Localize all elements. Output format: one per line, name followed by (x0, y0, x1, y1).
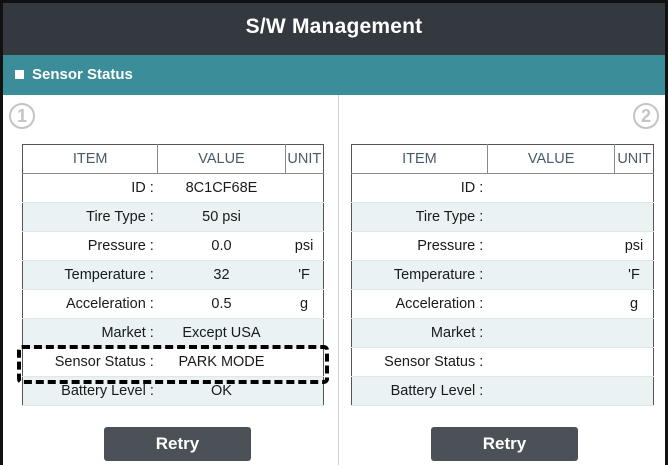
item-unit (285, 318, 324, 348)
item-label: Tire Type : (351, 202, 488, 232)
item-unit (614, 202, 654, 232)
item-label: Market : (22, 318, 158, 348)
sensor-panel-2: 2 ITEM VALUE UNIT ID : Tire Type : Press… (340, 95, 665, 465)
sensor-table-2: ITEM VALUE UNIT ID : Tire Type : Pressur… (351, 144, 654, 406)
item-label: Battery Level : (351, 376, 488, 406)
item-value (487, 260, 615, 290)
table-row: Acceleration : 0.5 g (22, 289, 324, 319)
item-label: Pressure : (351, 231, 488, 261)
table-row: Temperature : 32 'F (22, 260, 324, 290)
item-unit: 'F (285, 260, 324, 290)
table-row: Sensor Status : PARK MODE (22, 347, 324, 377)
table-row: ID : (351, 173, 654, 203)
item-value (487, 173, 615, 203)
table-row: Pressure : 0.0 psi (22, 231, 324, 261)
table-header-row: ITEM VALUE UNIT (22, 144, 324, 174)
table-row: Market : (351, 318, 654, 348)
item-value: 8C1CF68E (157, 173, 286, 203)
item-unit: psi (614, 231, 654, 261)
column-header-value: VALUE (157, 144, 286, 174)
item-value: 0.5 (157, 289, 286, 319)
table-row: Battery Level : (351, 376, 654, 406)
item-value: Except USA (157, 318, 286, 348)
item-label: ID : (22, 173, 158, 203)
table-row: Tire Type : (351, 202, 654, 232)
item-unit (285, 173, 324, 203)
sensor-number-badge: 1 (9, 103, 35, 129)
table-row: Sensor Status : (351, 347, 654, 377)
item-value (487, 231, 615, 261)
item-label: ID : (351, 173, 488, 203)
column-header-unit: UNIT (285, 144, 324, 174)
item-value (487, 376, 615, 406)
table-row: Pressure : psi (351, 231, 654, 261)
item-value (487, 289, 615, 319)
item-label: Acceleration : (22, 289, 158, 319)
table-row: Market : Except USA (22, 318, 324, 348)
item-unit (614, 347, 654, 377)
table-row: Acceleration : g (351, 289, 654, 319)
sensor-panel-1: 1 ITEM VALUE UNIT ID : 8C1CF68E Tire Typ… (3, 95, 339, 465)
table-row: Temperature : 'F (351, 260, 654, 290)
item-unit (285, 347, 324, 377)
item-label: Temperature : (351, 260, 488, 290)
item-label: Battery Level : (22, 376, 158, 406)
item-unit (285, 202, 324, 232)
column-header-item: ITEM (351, 144, 488, 174)
item-value: 50 psi (157, 202, 286, 232)
item-label: Sensor Status : (22, 347, 158, 377)
table-header-row: ITEM VALUE UNIT (351, 144, 654, 174)
item-label: Pressure : (22, 231, 158, 261)
table-row: Tire Type : 50 psi (22, 202, 324, 232)
item-unit: g (614, 289, 654, 319)
item-unit (614, 173, 654, 203)
title-bar: S/W Management (3, 0, 665, 55)
app-frame: S/W Management Sensor Status 1 ITEM VALU… (0, 0, 668, 465)
column-header-item: ITEM (22, 144, 158, 174)
column-header-unit: UNIT (614, 144, 654, 174)
item-label: Tire Type : (22, 202, 158, 232)
sensor-number-badge: 2 (633, 103, 659, 129)
item-unit (614, 376, 654, 406)
section-title: Sensor Status (32, 66, 133, 83)
item-value: 0.0 (157, 231, 286, 261)
item-unit: g (285, 289, 324, 319)
item-unit (614, 318, 654, 348)
item-value (487, 318, 615, 348)
item-unit: 'F (614, 260, 654, 290)
item-label: Market : (351, 318, 488, 348)
table-row: Battery Level : OK (22, 376, 324, 406)
item-unit (285, 376, 324, 406)
column-header-value: VALUE (486, 144, 616, 174)
item-label: Acceleration : (351, 289, 488, 319)
item-value: PARK MODE (157, 347, 286, 377)
item-value: 32 (157, 260, 286, 290)
section-header: Sensor Status (3, 55, 665, 95)
table-row: ID : 8C1CF68E (22, 173, 324, 203)
item-label: Sensor Status : (351, 347, 488, 377)
item-value (487, 202, 615, 232)
retry-button[interactable]: Retry (431, 427, 578, 461)
item-value: OK (157, 376, 286, 406)
item-unit: psi (285, 231, 324, 261)
page-title: S/W Management (245, 15, 423, 38)
retry-button[interactable]: Retry (104, 427, 251, 461)
item-value (487, 347, 615, 377)
sensor-table-1: ITEM VALUE UNIT ID : 8C1CF68E Tire Type … (22, 144, 324, 406)
item-label: Temperature : (22, 260, 158, 290)
square-bullet-icon (15, 70, 24, 79)
